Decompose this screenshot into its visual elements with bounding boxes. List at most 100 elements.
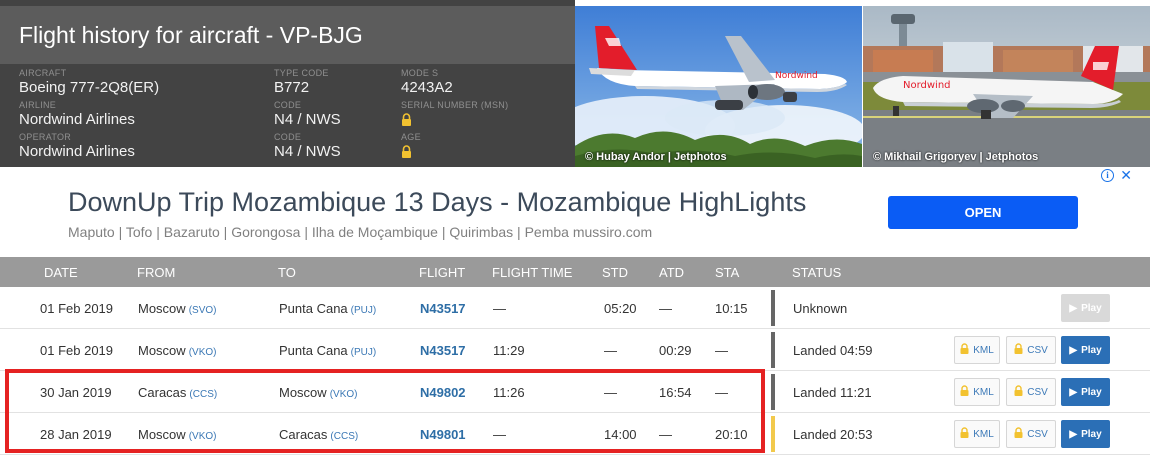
lock-icon[interactable] <box>401 113 412 131</box>
ad-subtitle[interactable]: Maputo | Tofo | Bazaruto | Gorongosa | I… <box>68 224 652 240</box>
ad-info-icon[interactable]: i <box>1101 169 1114 182</box>
column-atd: ATD <box>659 265 685 280</box>
airline-code-label: Code <box>274 100 302 110</box>
flight-number-link[interactable]: N43517 <box>420 301 466 316</box>
aircraft-field: AIRCRAFT Boeing 777-2Q8(ER) <box>19 68 159 96</box>
column-flight-time: FLIGHT TIME <box>492 265 573 280</box>
flight-table-header: DATE FROM TO FLIGHT FLIGHT TIME STD ATD … <box>0 257 1150 287</box>
date-cell: 01 Feb 2019 <box>40 343 114 358</box>
csv-button[interactable]: CSV <box>1006 378 1056 406</box>
from-cell: Moscow (VKO) <box>138 343 216 358</box>
table-row: 01 Feb 2019 Moscow (VKO) Punta Cana (PUJ) … <box>0 329 1150 371</box>
status-cell: Landed 20:53 <box>793 427 873 442</box>
serial-number-field: SERIAL NUMBER (MSN) <box>401 100 508 131</box>
kml-label: KML <box>973 386 994 398</box>
advertisement-banner[interactable]: DownUp Trip Mozambique 13 Days - Mozambi… <box>14 167 1136 257</box>
lock-icon <box>960 385 969 399</box>
column-from: FROM <box>137 265 176 280</box>
sta-cell: 10:15 <box>715 301 748 316</box>
operator-code-label: Code <box>274 132 302 142</box>
photo-credit: © Hubay Andor | Jetphotos <box>585 151 727 163</box>
status-indicator <box>771 332 775 368</box>
flight-time-cell: — <box>493 301 506 316</box>
status-cell: Landed 11:21 <box>793 385 872 400</box>
status-indicator <box>771 374 775 410</box>
airline-code-value: N4 / NWS <box>274 111 341 128</box>
atd-cell: — <box>659 301 672 316</box>
airline-code-field: Code N4 / NWS <box>274 100 341 128</box>
aircraft-photo-2[interactable]: Nordwind © Mikhail Grigoryev | Jetphotos <box>863 6 1150 167</box>
kml-button[interactable]: KML <box>954 378 1000 406</box>
play-label: Play <box>1081 428 1102 440</box>
play-label: Play <box>1081 386 1102 398</box>
from-airport-code[interactable]: (SVO) <box>189 305 217 316</box>
play-button[interactable]: ▶ Play <box>1061 336 1110 364</box>
ad-title[interactable]: DownUp Trip Mozambique 13 Days - Mozambi… <box>68 187 806 218</box>
to-airport-code[interactable]: (PUJ) <box>351 347 377 358</box>
csv-button[interactable]: CSV <box>1006 420 1056 448</box>
play-icon: ▶ <box>1069 386 1078 398</box>
highlight-box <box>5 369 765 453</box>
to-cell: Punta Cana (PUJ) <box>279 343 376 358</box>
kml-button[interactable]: KML <box>954 336 1000 364</box>
photo-credit: © Mikhail Grigoryev | Jetphotos <box>873 151 1039 163</box>
from-city: Moscow <box>138 301 186 316</box>
play-icon: ▶ <box>1069 344 1078 356</box>
sta-cell: — <box>715 343 728 358</box>
to-airport-code[interactable]: (PUJ) <box>351 305 377 316</box>
lock-icon[interactable] <box>401 145 412 163</box>
csv-label: CSV <box>1027 428 1048 440</box>
aircraft-info-panel: Flight history for aircraft - VP-BJG AIR… <box>0 0 575 167</box>
play-button[interactable]: ▶ Play <box>1061 294 1110 322</box>
aircraft-header: Flight history for aircraft - VP-BJG AIR… <box>0 0 1150 167</box>
airline-field: AIRLINE Nordwind Airlines <box>19 100 135 128</box>
lock-icon <box>1014 385 1023 399</box>
play-label: Play <box>1081 344 1102 356</box>
age-label: AGE <box>401 132 421 142</box>
play-label: Play <box>1081 302 1102 314</box>
kml-label: KML <box>973 428 994 440</box>
operator-label: OPERATOR <box>19 132 72 142</box>
type-code-label: TYPE CODE <box>274 68 329 78</box>
atd-cell: 00:29 <box>659 343 692 358</box>
to-city: Punta Cana <box>279 343 348 358</box>
mode-s-field: MODE S 4243A2 <box>401 68 453 96</box>
column-std: STD <box>602 265 628 280</box>
kml-button[interactable]: KML <box>954 420 1000 448</box>
from-cell: Moscow (SVO) <box>138 301 216 316</box>
play-button[interactable]: ▶ Play <box>1061 420 1110 448</box>
ad-close-icon[interactable]: ✕ <box>1120 167 1132 184</box>
column-to: TO <box>278 265 296 280</box>
csv-button[interactable]: CSV <box>1006 336 1056 364</box>
column-sta: STA <box>715 265 740 280</box>
status-cell: Unknown <box>793 301 848 316</box>
serial-number-label: SERIAL NUMBER (MSN) <box>401 100 509 110</box>
column-date: DATE <box>44 265 78 280</box>
mode-s-label: MODE S <box>401 68 439 78</box>
flight-cell: N43517 <box>420 301 466 316</box>
play-icon: ▶ <box>1069 302 1078 314</box>
kml-label: KML <box>973 344 994 356</box>
status-cell: Landed 04:59 <box>793 343 873 358</box>
to-cell: Punta Cana (PUJ) <box>279 301 376 316</box>
type-code-value: B772 <box>274 79 310 96</box>
from-airport-code[interactable]: (VKO) <box>189 347 217 358</box>
flight-number-link[interactable]: N43517 <box>420 343 466 358</box>
title-bar: Flight history for aircraft - VP-BJG <box>0 6 575 64</box>
operator-code-value: N4 / NWS <box>274 143 341 160</box>
date-cell: 01 Feb 2019 <box>40 301 114 316</box>
play-button[interactable]: ▶ Play <box>1061 378 1110 406</box>
aircraft-photo-1[interactable]: Nordwind © Hubay Andor | Jetphotos <box>575 6 862 167</box>
to-city: Punta Cana <box>279 301 348 316</box>
airline-value: Nordwind Airlines <box>19 111 135 128</box>
column-flight: FLIGHT <box>419 265 466 280</box>
ad-open-button[interactable]: OPEN <box>888 196 1078 229</box>
flight-time-cell: 11:29 <box>493 343 525 358</box>
aircraft-label: AIRCRAFT <box>19 68 67 78</box>
table-row: 01 Feb 2019 Moscow (SVO) Punta Cana (PUJ) … <box>0 287 1150 329</box>
operator-field: OPERATOR Nordwind Airlines <box>19 132 135 160</box>
status-indicator <box>771 416 775 452</box>
status-indicator <box>771 290 775 326</box>
lock-icon <box>1014 427 1023 441</box>
svg-text:Nordwind: Nordwind <box>903 80 951 91</box>
